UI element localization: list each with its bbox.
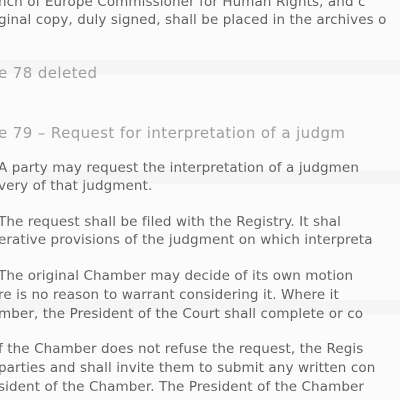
paragraph-4-line: sident of the Chamber. The President of … (0, 379, 365, 395)
text-line: nch of Europe Commissioner for Human Rig… (0, 0, 366, 10)
paragraph-3-line: mber, the President of the Court shall c… (0, 306, 364, 322)
scanned-document-page: nch of Europe Commissioner for Human Rig… (0, 0, 400, 400)
paragraph-4-line: f the Chamber does not refuse the reques… (0, 341, 364, 357)
paragraph-2-line: The request shall be filed with the Regi… (0, 214, 342, 230)
paragraph-1-line: very of that judgment. (0, 178, 153, 194)
paragraph-1-line: A party may request the interpretation o… (0, 160, 359, 176)
section-heading-deleted: e 78 deleted (0, 64, 98, 82)
paragraph-2-line: erative provisions of the judgment on wh… (0, 232, 373, 248)
section-heading-rule-79: e 79 – Request for interpretation of a j… (0, 124, 346, 142)
paragraph-3-line: re is no reason to warrant considering i… (0, 287, 339, 303)
text-line: ginal copy, duly signed, shall be placed… (0, 12, 387, 28)
paragraph-4-line: parties and shall invite them to submit … (0, 360, 376, 376)
paragraph-3-line: The original Chamber may decide of its o… (0, 268, 354, 284)
